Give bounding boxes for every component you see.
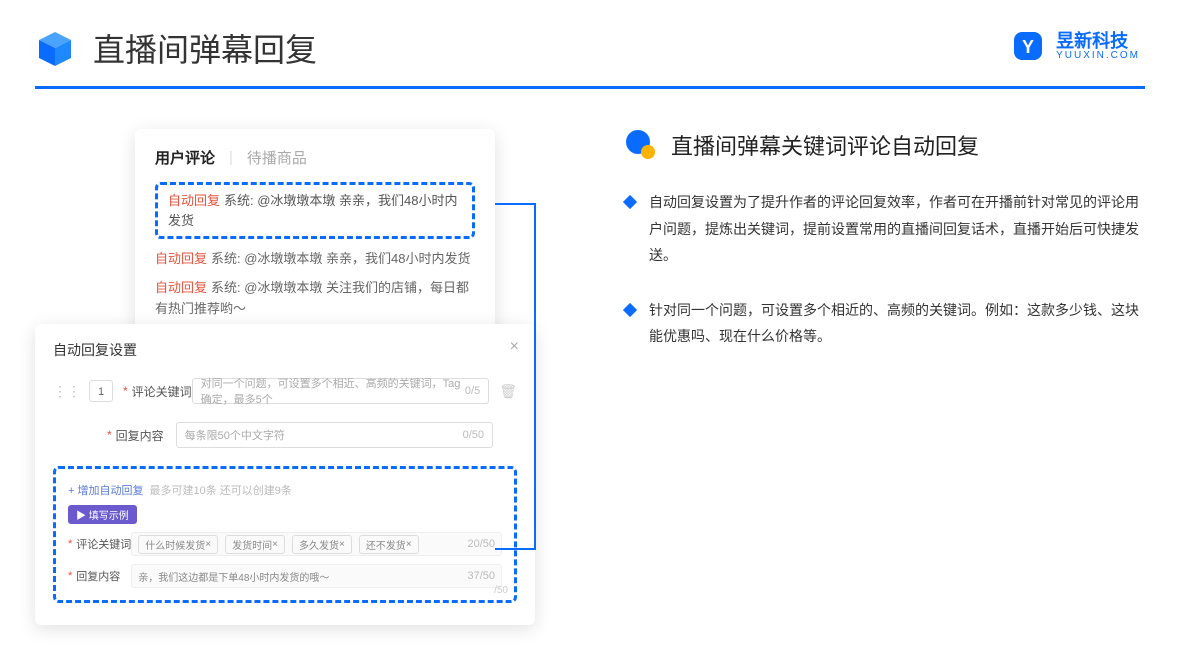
keyword-row: ⋮⋮ 1 * 评论关键词 对同一个问题，可设置多个相近、高频的关键词，Tag确定… bbox=[53, 378, 517, 404]
diamond-icon bbox=[623, 195, 637, 209]
section-title: 直播间弹幕关键词评论自动回复 bbox=[671, 129, 979, 161]
required-star: * bbox=[107, 428, 112, 442]
bullet-item: 针对同一个问题，可设置多个相近的、高频的关键词。例如：这款多少钱、这块能优惠吗、… bbox=[625, 297, 1145, 350]
keyword-label: 评论关键词 bbox=[132, 383, 192, 400]
example-content-count: 37/50 bbox=[467, 570, 495, 582]
content-input[interactable]: 每条限50个中文字符 0/50 bbox=[176, 422, 493, 448]
chip-tag[interactable]: 发货时间× bbox=[225, 535, 285, 554]
svg-text:Y: Y bbox=[1022, 37, 1034, 57]
auto-reply-tag: 自动回复 bbox=[155, 251, 207, 266]
content-row: * 回复内容 每条限50个中文字符 0/50 bbox=[53, 422, 517, 448]
cube-icon bbox=[35, 28, 75, 68]
example-keyword-row: * 评论关键词 什么时候发货× 发货时间× 多久发货× 还不发货× 20/50 bbox=[68, 532, 502, 556]
brand-block: Y 昱新科技 YUUXIN.COM bbox=[1010, 28, 1140, 64]
stray-count: /50 bbox=[494, 585, 508, 596]
example-content-row: * 回复内容 亲，我们这边都是下单48小时内发货的哦～ 37/50 bbox=[68, 564, 502, 588]
content-label: 回复内容 bbox=[116, 427, 176, 444]
chip-tag[interactable]: 多久发货× bbox=[292, 535, 352, 554]
auto-reply-tag: 自动回复 bbox=[168, 193, 220, 208]
brand-name: 昱新科技 bbox=[1056, 32, 1140, 50]
example-keyword-input[interactable]: 什么时候发货× 发货时间× 多久发货× 还不发货× 20/50 bbox=[131, 532, 502, 556]
delete-icon[interactable]: 🗑 bbox=[499, 383, 517, 400]
bullet-text: 自动回复设置为了提升作者的评论回复效率，作者可在开播前针对常见的评论用户问题，提… bbox=[649, 189, 1145, 269]
brand-logo-icon: Y bbox=[1010, 28, 1046, 64]
tab-separator: | bbox=[229, 149, 233, 166]
example-content-text: 亲，我们这边都是下单48小时内发货的哦～ bbox=[138, 569, 329, 584]
drag-handle-icon[interactable]: ⋮⋮ bbox=[53, 383, 81, 400]
example-keyword-label: 评论关键词 bbox=[76, 536, 131, 552]
chip-tag[interactable]: 什么时候发货× bbox=[138, 535, 218, 554]
example-keyword-count: 20/50 bbox=[467, 538, 495, 550]
settings-card: 自动回复设置 × ⋮⋮ 1 * 评论关键词 对同一个问题，可设置多个相近、高频的… bbox=[35, 324, 535, 625]
diamond-icon bbox=[623, 303, 637, 317]
required-star: * bbox=[68, 538, 72, 550]
auto-reply-tag: 自动回复 bbox=[155, 280, 207, 295]
example-badge: ▶ 填写示例 bbox=[68, 505, 137, 524]
content-count: 0/50 bbox=[463, 429, 484, 441]
row-number: 1 bbox=[89, 380, 113, 402]
add-auto-reply-link[interactable]: + 增加自动回复最多可建10条 还可以创建9条 bbox=[68, 485, 292, 497]
keyword-count: 0/5 bbox=[465, 385, 480, 397]
close-icon[interactable]: × bbox=[510, 338, 519, 356]
keyword-placeholder: 对同一个问题，可设置多个相近、高频的关键词，Tag确定，最多5个 bbox=[201, 375, 465, 407]
reply-text: 系统: @冰墩墩本墩 亲亲，我们48小时内发货 bbox=[211, 251, 471, 266]
tab-user-comments[interactable]: 用户评论 bbox=[155, 147, 215, 168]
brand-url: YUUXIN.COM bbox=[1056, 50, 1140, 61]
required-star: * bbox=[68, 570, 72, 582]
example-content-label: 回复内容 bbox=[76, 568, 131, 584]
chat-bubble-icon bbox=[625, 129, 657, 161]
tab-pending-goods[interactable]: 待播商品 bbox=[247, 147, 307, 168]
bullet-text: 针对同一个问题，可设置多个相近的、高频的关键词。例如：这款多少钱、这块能优惠吗、… bbox=[649, 297, 1145, 350]
bullet-item: 自动回复设置为了提升作者的评论回复效率，作者可在开播前针对常见的评论用户问题，提… bbox=[625, 189, 1145, 269]
content-placeholder: 每条限50个中文字符 bbox=[185, 427, 285, 443]
highlighted-reply: 自动回复系统: @冰墩墩本墩 亲亲，我们48小时内发货 bbox=[155, 182, 475, 239]
example-content-input[interactable]: 亲，我们这边都是下单48小时内发货的哦～ 37/50 bbox=[131, 564, 502, 588]
required-star: * bbox=[123, 384, 128, 398]
add-hint: 最多可建10条 还可以创建9条 bbox=[149, 485, 291, 497]
page-title: 直播间弹幕回复 bbox=[93, 25, 317, 71]
chip-tag[interactable]: 还不发货× bbox=[359, 535, 419, 554]
example-box: + 增加自动回复最多可建10条 还可以创建9条 ▶ 填写示例 * 评论关键词 什… bbox=[53, 466, 517, 603]
keyword-input[interactable]: 对同一个问题，可设置多个相近、高频的关键词，Tag确定，最多5个 0/5 bbox=[192, 378, 490, 404]
comments-card: 用户评论 | 待播商品 自动回复系统: @冰墩墩本墩 亲亲，我们48小时内发货 … bbox=[135, 129, 495, 341]
settings-title: 自动回复设置 bbox=[53, 340, 517, 360]
